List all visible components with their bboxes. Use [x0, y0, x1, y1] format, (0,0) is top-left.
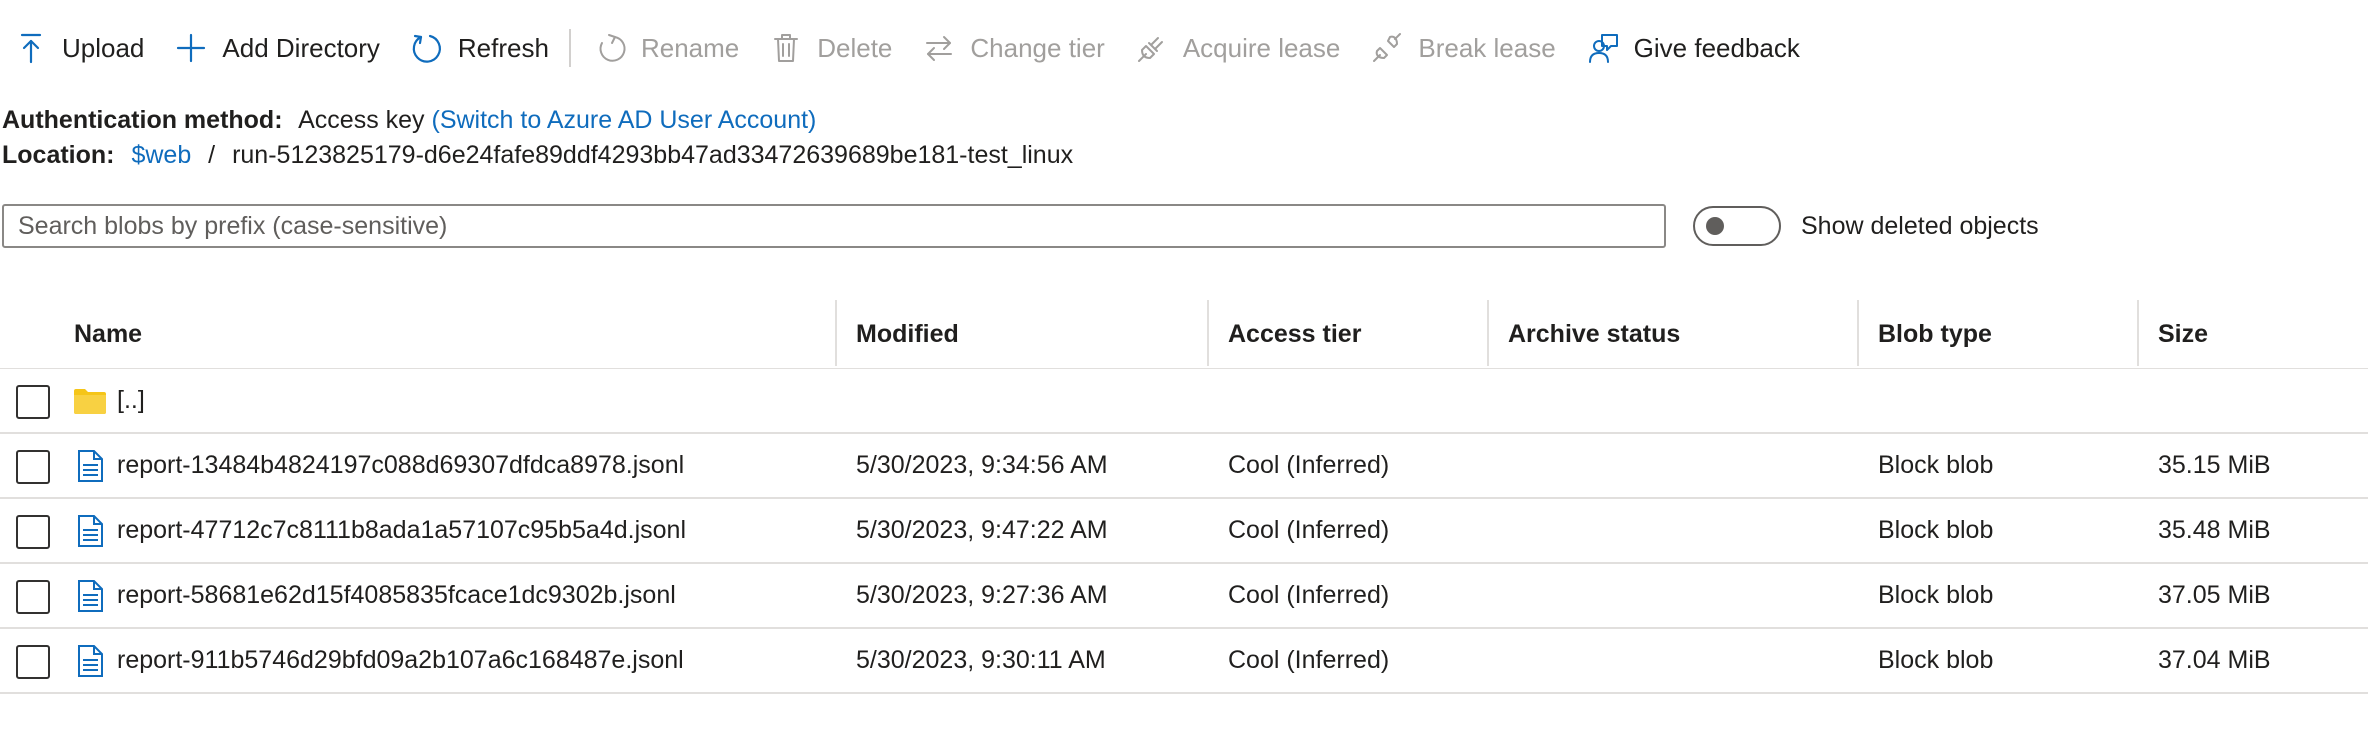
- switch-auth-link[interactable]: (Switch to Azure AD User Account): [432, 106, 817, 134]
- authentication-method: Authentication method: Access key (Switc…: [2, 106, 816, 135]
- add-directory-label: Add Directory: [222, 32, 380, 63]
- document-icon: [78, 450, 103, 482]
- change-tier-label: Change tier: [970, 32, 1105, 63]
- trash-icon: [769, 31, 803, 65]
- breadcrumb-current-path: run-5123825179-d6e24fafe89ddf4293bb47ad3…: [232, 141, 1074, 169]
- refresh-icon: [410, 31, 444, 65]
- swap-arrows-icon: [922, 31, 956, 65]
- command-bar: Upload Add Directory Refresh Rename Dele…: [0, 18, 1816, 78]
- show-deleted-label: Show deleted objects: [1801, 212, 2039, 240]
- column-divider[interactable]: [1207, 300, 1209, 366]
- column-header-archive-status[interactable]: Archive status: [1508, 300, 1680, 368]
- upload-label: Upload: [62, 32, 145, 63]
- upload-icon: [14, 31, 48, 65]
- table-row[interactable]: report-58681e62d15f4085835fcace1dc9302b.…: [0, 564, 2368, 629]
- document-icon: [78, 580, 103, 612]
- document-icon: [78, 515, 103, 547]
- row-checkbox[interactable]: [16, 645, 50, 679]
- breadcrumb-container-link[interactable]: $web: [131, 141, 191, 169]
- column-header-size[interactable]: Size: [2158, 300, 2208, 368]
- folder-icon: [74, 389, 106, 414]
- cell-modified: 5/30/2023, 9:30:11 AM: [856, 646, 1106, 674]
- breadcrumb: Location: $web / run-5123825179-d6e24faf…: [2, 141, 1073, 170]
- refresh-button[interactable]: Refresh: [396, 18, 549, 78]
- column-header-name[interactable]: Name: [74, 300, 142, 368]
- cell-blob-type: Block blob: [1878, 581, 1994, 609]
- cell-blob-type: Block blob: [1878, 516, 1994, 544]
- document-icon: [78, 645, 103, 677]
- add-directory-button[interactable]: Add Directory: [160, 18, 380, 78]
- blob-list: Name Modified Access tier Archive status…: [0, 300, 2368, 694]
- plug-icon: [1135, 31, 1169, 65]
- cell-blob-type: Block blob: [1878, 646, 1994, 674]
- rename-button[interactable]: Rename: [579, 18, 739, 78]
- cell-modified: 5/30/2023, 9:27:36 AM: [856, 581, 1108, 609]
- cell-modified: 5/30/2023, 9:34:56 AM: [856, 451, 1108, 479]
- cell-size: 35.15 MiB: [2158, 451, 2271, 479]
- show-deleted-toggle[interactable]: [1693, 206, 1781, 246]
- upload-button[interactable]: Upload: [0, 18, 144, 78]
- column-divider[interactable]: [835, 300, 837, 366]
- column-divider[interactable]: [2137, 300, 2139, 366]
- table-row-parent[interactable]: [..]: [0, 369, 2368, 434]
- delete-button[interactable]: Delete: [755, 18, 892, 78]
- cell-blob-type: Block blob: [1878, 451, 1994, 479]
- break-lease-button[interactable]: Break lease: [1356, 18, 1556, 78]
- cell-modified: 5/30/2023, 9:47:22 AM: [856, 516, 1108, 544]
- blob-name-link[interactable]: report-58681e62d15f4085835fcace1dc9302b.…: [117, 564, 676, 627]
- cell-access-tier: Cool (Inferred): [1228, 646, 1390, 674]
- rename-label: Rename: [640, 32, 740, 63]
- column-header-access-tier[interactable]: Access tier: [1228, 300, 1361, 368]
- change-tier-button[interactable]: Change tier: [908, 18, 1105, 78]
- column-header-blob-type[interactable]: Blob type: [1878, 300, 1992, 368]
- acquire-lease-label: Acquire lease: [1182, 32, 1341, 63]
- row-checkbox[interactable]: [16, 450, 50, 484]
- auth-label: Authentication method:: [2, 106, 283, 134]
- parent-directory-link[interactable]: [..]: [117, 369, 145, 432]
- broken-plug-icon: [1370, 31, 1404, 65]
- cell-size: 37.05 MiB: [2158, 581, 2271, 609]
- break-lease-label: Break lease: [1418, 32, 1556, 63]
- blob-name-link[interactable]: report-911b5746d29bfd09a2b107a6c168487e.…: [117, 629, 684, 692]
- table-header: Name Modified Access tier Archive status…: [0, 300, 2368, 369]
- give-feedback-button[interactable]: Give feedback: [1572, 18, 1800, 78]
- cell-size: 37.04 MiB: [2158, 646, 2271, 674]
- cell-access-tier: Cool (Inferred): [1228, 581, 1390, 609]
- plus-icon: [174, 31, 208, 65]
- blob-name-link[interactable]: report-13484b4824197c088d69307dfdca8978.…: [117, 434, 684, 497]
- rename-icon: [593, 31, 627, 65]
- breadcrumb-separator: /: [208, 141, 216, 169]
- table-row[interactable]: report-13484b4824197c088d69307dfdca8978.…: [0, 434, 2368, 499]
- toolbar-separator: [568, 29, 571, 67]
- cell-access-tier: Cool (Inferred): [1228, 451, 1390, 479]
- feedback-person-icon: [1586, 31, 1620, 65]
- column-divider[interactable]: [1857, 300, 1859, 366]
- blob-name-link[interactable]: report-47712c7c8111b8ada1a57107c95b5a4d.…: [117, 499, 686, 562]
- location-label: Location:: [2, 141, 115, 169]
- toggle-knob: [1706, 217, 1724, 235]
- cell-access-tier: Cool (Inferred): [1228, 516, 1390, 544]
- give-feedback-label: Give feedback: [1633, 32, 1800, 63]
- auth-value: Access key: [298, 106, 425, 134]
- row-checkbox[interactable]: [16, 385, 50, 419]
- row-checkbox[interactable]: [16, 515, 50, 549]
- column-header-modified[interactable]: Modified: [856, 300, 959, 368]
- table-row[interactable]: report-911b5746d29bfd09a2b107a6c168487e.…: [0, 629, 2368, 694]
- delete-label: Delete: [817, 32, 893, 63]
- row-checkbox[interactable]: [16, 580, 50, 614]
- acquire-lease-button[interactable]: Acquire lease: [1121, 18, 1341, 78]
- refresh-label: Refresh: [457, 32, 549, 63]
- column-divider[interactable]: [1487, 300, 1489, 366]
- table-row[interactable]: report-47712c7c8111b8ada1a57107c95b5a4d.…: [0, 499, 2368, 564]
- search-input[interactable]: [2, 204, 1666, 248]
- cell-size: 35.48 MiB: [2158, 516, 2271, 544]
